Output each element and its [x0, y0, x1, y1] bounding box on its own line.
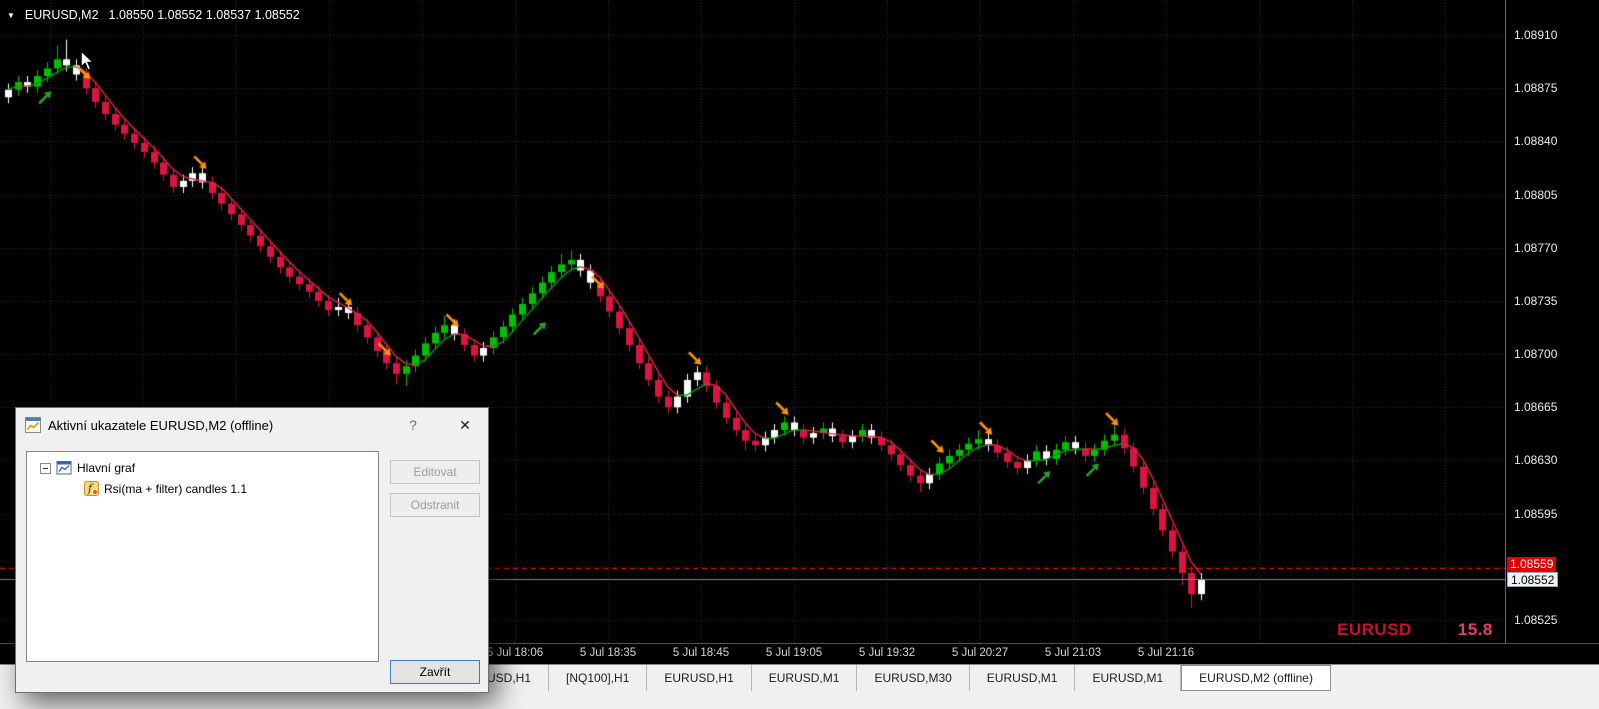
edit-button[interactable]: Editovat [390, 460, 480, 484]
chart-tab[interactable]: EURUSD,M1 [751, 665, 858, 691]
price-axis-label: 1.08910 [1514, 28, 1558, 42]
tree-item-label: Hlavní graf [77, 461, 136, 475]
collapse-triangle-icon[interactable]: ▼ [7, 11, 15, 20]
time-axis-label: 5 Jul 19:32 [858, 647, 916, 659]
tree-item-label: Rsi(ma + filter) candles 1.1 [104, 481, 248, 496]
chart-tab[interactable]: EURUSD,M30 [857, 665, 970, 691]
price-axis-label: 1.08665 [1514, 400, 1558, 415]
price-axis-label: 1.08735 [1514, 293, 1558, 308]
time-axis-label: 5 Jul 18:06 [486, 647, 544, 659]
dialog-help-button[interactable]: ? [396, 408, 430, 442]
price-axis-label: 1.08525 [1514, 613, 1558, 627]
mt4-chart-window: ▼ EURUSD,M2 1.08550 1.08552 1.08537 1.08… [0, 0, 1599, 709]
dialog-titlebar[interactable]: Aktivní ukazatele EURUSD,M2 (offline) ? … [16, 408, 488, 442]
remove-button[interactable]: Odstranit [390, 493, 480, 517]
chart-tab[interactable]: EURUSD,M1 [969, 665, 1076, 691]
chart-window-icon [56, 461, 72, 475]
time-axis-label: 5 Jul 18:45 [672, 647, 730, 659]
price-axis-label: 1.08700 [1514, 347, 1558, 362]
watermark-value: 15.8 [1457, 620, 1493, 639]
dialog-close-button[interactable]: ✕ [442, 408, 488, 442]
chart-tab-active[interactable]: EURUSD,M2 (offline) [1181, 665, 1331, 691]
symbol-watermark: EURUSD 15.8 [1337, 620, 1493, 640]
chart-tab[interactable]: [NQ100],H1 [549, 665, 648, 691]
chart-tab[interactable]: EURUSD,M1 [1075, 665, 1182, 691]
chart-tab[interactable]: EURUSD,H1 [647, 665, 752, 691]
indicators-dialog: Aktivní ukazatele EURUSD,M2 (offline) ? … [15, 407, 489, 693]
price-axis-label: 1.08840 [1514, 134, 1558, 149]
dialog-icon [25, 417, 41, 433]
price-axis-label: 1.08805 [1514, 187, 1558, 202]
dialog-title: Aktivní ukazatele EURUSD,M2 (offline) [48, 417, 274, 433]
mouse-cursor-icon [80, 50, 94, 71]
indicator-list[interactable]: Hlavní graf f Rsi(ma + filter) candles 1… [26, 451, 379, 662]
price-axis[interactable]: 1.08910 1.08875 1.08840 1.08805 1.08770 1.087… [1505, 0, 1599, 664]
quote-bar: ▼ EURUSD,M2 1.08550 1.08552 1.08537 1.08… [7, 8, 300, 22]
custom-indicator-icon: f [84, 481, 99, 496]
bid-price-box: 1.08552 [1507, 571, 1559, 587]
price-axis-label: 1.08630 [1514, 453, 1558, 468]
time-axis-label: 5 Jul 19:05 [765, 647, 823, 659]
tree-item-indicator[interactable]: f Rsi(ma + filter) candles 1.1 [27, 476, 378, 496]
ohlc-values: 1.08550 1.08552 1.08537 1.08552 [108, 8, 300, 22]
close-button[interactable]: Zavřít [390, 660, 480, 684]
price-axis-label: 1.08875 [1514, 81, 1558, 96]
symbol-timeframe-label: EURUSD,M2 [24, 8, 99, 22]
time-axis-label: 5 Jul 18:35 [579, 647, 637, 659]
time-axis-label: 5 Jul 21:16 [1137, 647, 1195, 659]
time-axis-label: 5 Jul 21:03 [1044, 647, 1102, 659]
tree-item-main-chart[interactable]: Hlavní graf [27, 452, 378, 476]
watermark-symbol: EURUSD [1337, 620, 1412, 639]
ask-price-box: 1.08559 [1507, 557, 1557, 573]
price-axis-label: 1.08595 [1514, 506, 1558, 521]
time-axis-label: 5 Jul 20:27 [951, 647, 1009, 659]
collapse-icon[interactable] [40, 462, 51, 474]
price-axis-label: 1.08770 [1514, 240, 1558, 255]
